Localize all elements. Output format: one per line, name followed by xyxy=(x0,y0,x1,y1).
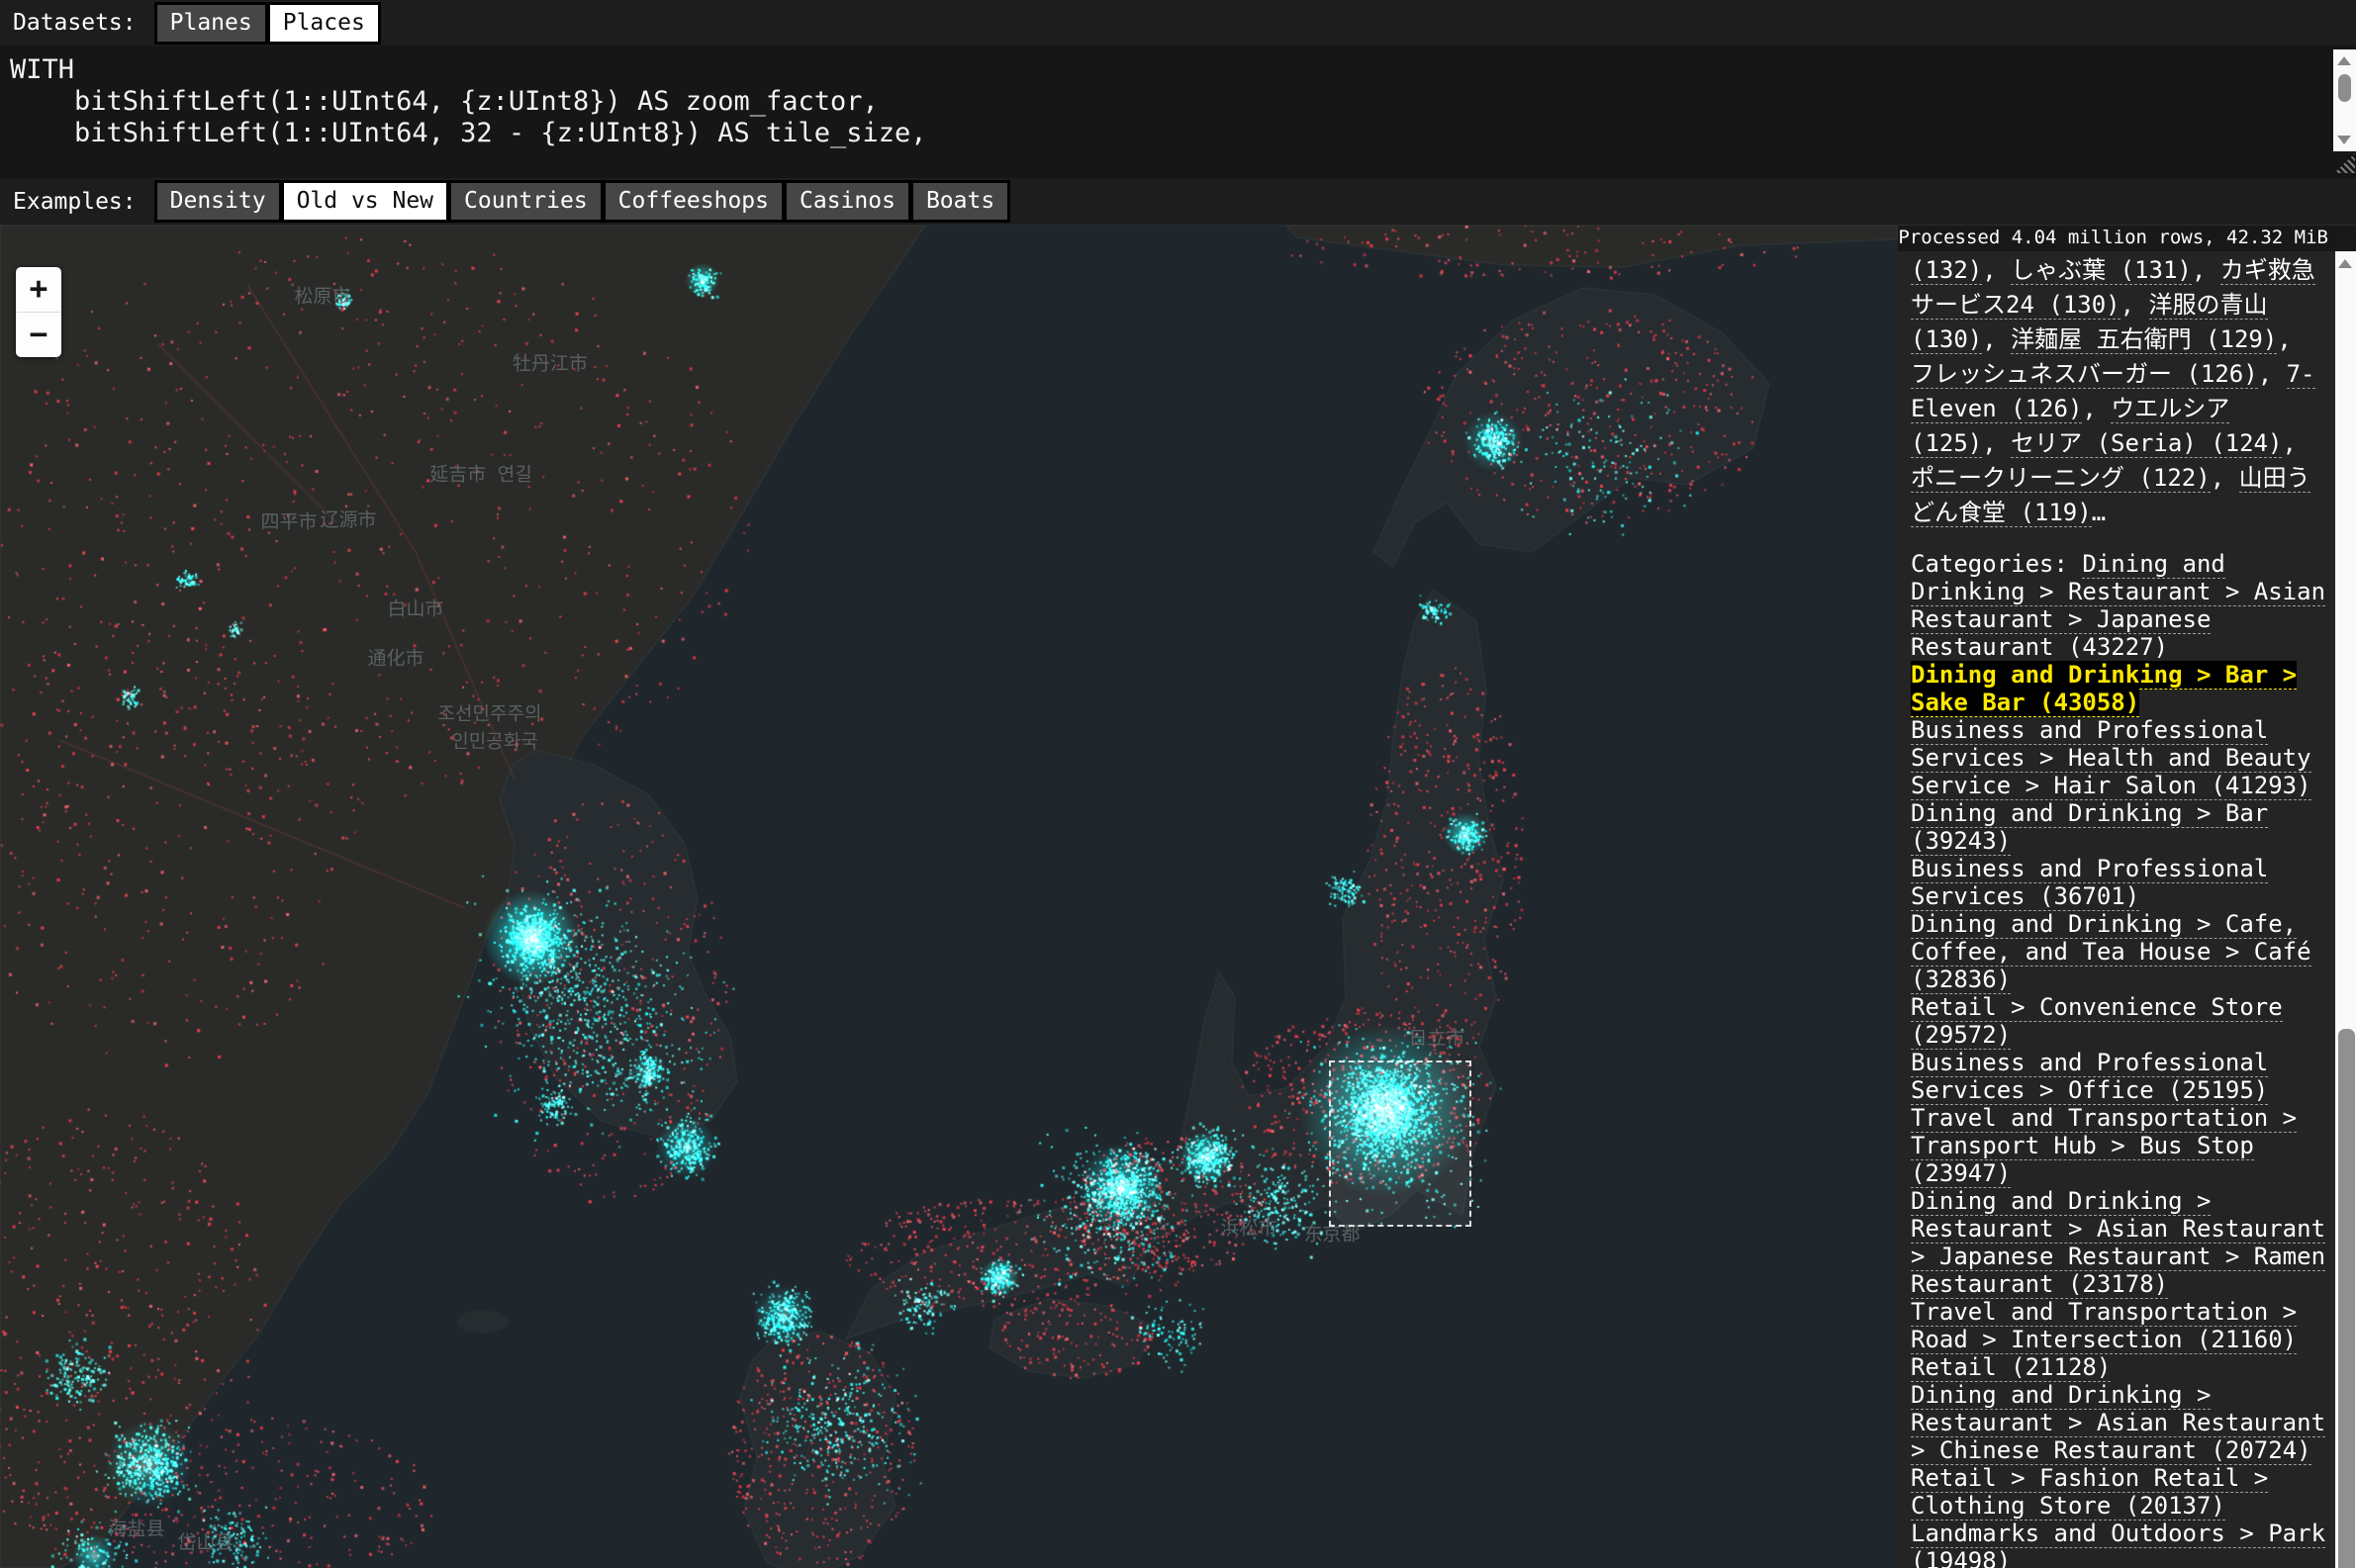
name-link[interactable]: しゃぶ葉 (131) xyxy=(2011,256,2192,285)
name-link-partial[interactable]: (132) xyxy=(1911,256,1982,285)
map-place-label: 白山市 xyxy=(387,595,443,621)
map-canvas[interactable] xyxy=(0,226,1898,1568)
query-status: Processed 4.04 million rows, 42.32 MiB xyxy=(1898,226,2356,251)
top-names-list: (132), しゃぶ葉 (131), カギ救急サービス24 (130), 洋服の… xyxy=(1911,253,2329,530)
map-zoom-control: + − xyxy=(16,267,61,357)
map-place-label: 浜松市 xyxy=(1220,1214,1276,1241)
map-place-label: 牡丹江市 xyxy=(513,349,588,376)
category-link[interactable]: Travel and Transportation > Transport Hu… xyxy=(1911,1104,2297,1188)
category-link[interactable]: Dining and Drinking > Bar (39243) xyxy=(1911,799,2268,856)
category-link[interactable]: Retail (21128) xyxy=(1911,1353,2111,1382)
category-link[interactable]: Dining and Drinking > Restaurant > Asian… xyxy=(1911,1381,2325,1465)
map-place-label: 海盐县 xyxy=(108,1515,164,1541)
map-place-label: 延吉市 연길 xyxy=(429,460,531,487)
scroll-up-icon[interactable] xyxy=(2338,259,2352,268)
map-place-label: 日立市 xyxy=(1408,1024,1464,1051)
name-link[interactable]: セリア (Seria) (124) xyxy=(2011,429,2282,458)
example-button-old-vs-new[interactable]: Old vs New xyxy=(284,183,446,220)
dataset-button-places[interactable]: Places xyxy=(270,5,378,42)
example-button-countries[interactable]: Countries xyxy=(451,183,601,220)
category-link[interactable]: Travel and Transportation > Road > Inter… xyxy=(1911,1298,2297,1354)
zoom-in-button[interactable]: + xyxy=(16,267,61,312)
category-link[interactable]: Business and Professional Services (3670… xyxy=(1911,855,2268,911)
examples-button-group: DensityOld vs NewCountriesCoffeeshopsCas… xyxy=(154,180,1011,223)
datasets-button-group: PlanesPlaces xyxy=(154,2,381,45)
sidebar-scrollbar[interactable] xyxy=(2335,251,2356,1568)
dataset-button-planes[interactable]: Planes xyxy=(157,5,265,42)
categories-list: Categories: Dining and Drinking > Restau… xyxy=(1911,550,2329,1568)
category-link-highlighted[interactable]: Dining and Drinking > Bar > Sake Bar (43… xyxy=(1911,661,2297,717)
category-link[interactable]: Business and Professional Services > Hea… xyxy=(1911,716,2311,800)
zoom-out-button[interactable]: − xyxy=(16,312,61,357)
map-place-label: 通化市 xyxy=(367,644,424,671)
category-link[interactable]: Dining and Drinking > Cafe, Coffee, and … xyxy=(1911,910,2311,994)
examples-label: Examples: xyxy=(13,189,137,215)
category-link[interactable]: Landmarks and Outdoors > Park (19498) xyxy=(1911,1520,2325,1568)
scroll-down-icon[interactable] xyxy=(2337,136,2351,144)
map-place-label: 四平市 xyxy=(260,507,317,534)
sql-editor: WITH bitShiftLeft(1::UInt64, {z:UInt8}) … xyxy=(0,46,2356,178)
map-place-label: 松原市 xyxy=(294,282,350,309)
category-link[interactable]: Business and Professional Services > Off… xyxy=(1911,1049,2268,1105)
right-panel: Processed 4.04 million rows, 42.32 MiB (… xyxy=(1898,226,2356,1568)
category-link[interactable]: Retail > Convenience Store (29572) xyxy=(1911,993,2283,1050)
example-button-boats[interactable]: Boats xyxy=(913,183,1007,220)
example-button-density[interactable]: Density xyxy=(157,183,279,220)
map-place-label: 岱山县 xyxy=(177,1528,234,1555)
datasets-label: Datasets: xyxy=(13,10,137,36)
sidebar-scrollbar-thumb[interactable] xyxy=(2338,1029,2355,1568)
example-button-casinos[interactable]: Casinos xyxy=(787,183,908,220)
map-place-label: 인민공화국 xyxy=(451,727,537,754)
editor-scrollbar[interactable] xyxy=(2333,49,2356,151)
name-link[interactable]: 洋麺屋 五右衛門 (129) xyxy=(2011,325,2277,354)
category-link[interactable]: Retail > Fashion Retail > Clothing Store… xyxy=(1911,1464,2268,1521)
name-link[interactable]: フレッシュネスバーガー (126) xyxy=(1911,360,2258,389)
results-sidebar: (132), しゃぶ葉 (131), カギ救急サービス24 (130), 洋服の… xyxy=(1898,251,2335,1568)
datasets-bar: Datasets: PlanesPlaces xyxy=(0,0,2356,46)
map-selection-rectangle xyxy=(1329,1061,1471,1227)
map-place-label: 辽源市 xyxy=(320,506,376,532)
examples-bar: Examples: DensityOld vs NewCountriesCoff… xyxy=(0,178,2356,226)
name-link[interactable]: ポニークリーニング (122) xyxy=(1911,464,2211,493)
app-window: Datasets: PlanesPlaces WITH bitShiftLeft… xyxy=(0,0,2356,1568)
sql-editor-input[interactable]: WITH bitShiftLeft(1::UInt64, {z:UInt8}) … xyxy=(0,46,2356,149)
textarea-resize-grip-icon[interactable] xyxy=(2334,153,2355,173)
categories-label: Categories: xyxy=(1911,550,2082,578)
map[interactable]: 松原市牡丹江市延吉市 연길 四平市辽源市白山市通化市 조선민주주의인민공화국 海盐县岱… xyxy=(0,226,1898,1568)
category-link[interactable]: Dining and Drinking > Restaurant > Asian… xyxy=(1911,1187,2325,1299)
map-place-label: 조선민주주의 xyxy=(438,699,542,726)
example-button-coffeeshops[interactable]: Coffeeshops xyxy=(606,183,782,220)
scroll-up-icon[interactable] xyxy=(2337,56,2351,65)
editor-scrollbar-thumb[interactable] xyxy=(2338,74,2351,102)
